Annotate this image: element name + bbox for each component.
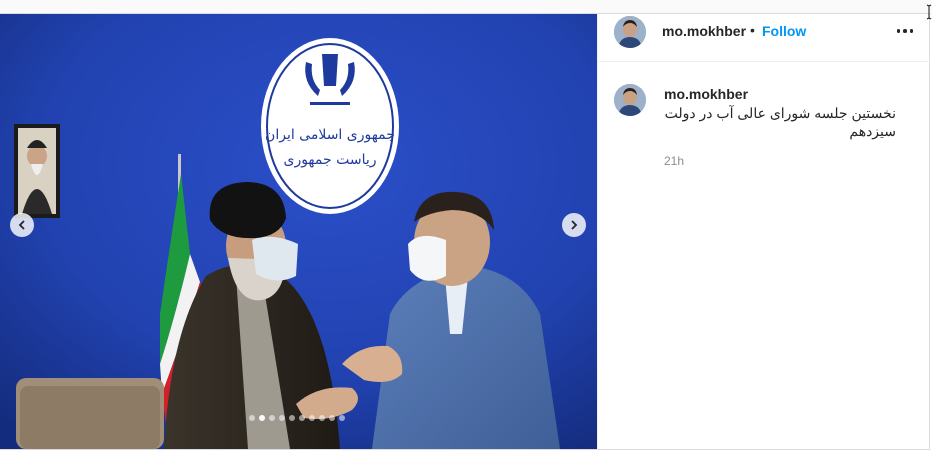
carousel-indicator xyxy=(249,415,345,421)
more-options-button[interactable] xyxy=(894,22,916,40)
emblem-text-1: جمهوری اسلامی ایران xyxy=(265,127,395,143)
follow-button[interactable]: Follow xyxy=(762,23,806,39)
emblem-text-2: ریاست جمهوری xyxy=(283,152,376,168)
chair xyxy=(16,378,164,449)
avatar[interactable] xyxy=(614,16,646,48)
text-cursor-icon xyxy=(926,4,932,20)
carousel-dot xyxy=(289,415,295,421)
post-timestamp[interactable]: 21h xyxy=(664,154,684,168)
wall-portrait xyxy=(14,124,60,218)
chevron-left-icon xyxy=(18,220,25,230)
carousel-dot xyxy=(269,415,275,421)
carousel-prev-button[interactable] xyxy=(10,213,34,237)
carousel-dot xyxy=(299,415,305,421)
post-author-username[interactable]: mo.mokhber xyxy=(662,23,746,39)
more-horizontal-icon xyxy=(896,29,914,33)
avatar[interactable] xyxy=(614,84,646,116)
carousel-dot xyxy=(329,415,335,421)
caption-username[interactable]: mo.mokhber xyxy=(664,86,748,102)
post-header: mo.mokhber • Follow xyxy=(598,14,930,62)
carousel-next-button[interactable] xyxy=(562,213,586,237)
browser-top-strip xyxy=(0,0,932,14)
carousel-dot xyxy=(259,415,265,421)
carousel-dot xyxy=(249,415,255,421)
caption-text: نخستین جلسه شورای عالی آب در دولت سیزدهم xyxy=(664,105,896,139)
carousel-dot xyxy=(279,415,285,421)
presidency-emblem: جمهوری اسلامی ایران ریاست جمهوری xyxy=(261,38,399,214)
chevron-right-icon xyxy=(571,220,578,230)
header-separator: • xyxy=(750,22,755,38)
carousel-dot xyxy=(319,415,325,421)
carousel-dot xyxy=(339,415,345,421)
post-sidebar: mo.mokhber • Follow mo.mokhber نخستین جل… xyxy=(597,14,930,449)
carousel-dot xyxy=(309,415,315,421)
instagram-post: جمهوری اسلامی ایران ریاست جمهوری mo.mokh… xyxy=(0,13,930,450)
post-photo: جمهوری اسلامی ایران ریاست جمهوری xyxy=(0,14,597,449)
post-media[interactable]: جمهوری اسلامی ایران ریاست جمهوری xyxy=(0,14,597,449)
